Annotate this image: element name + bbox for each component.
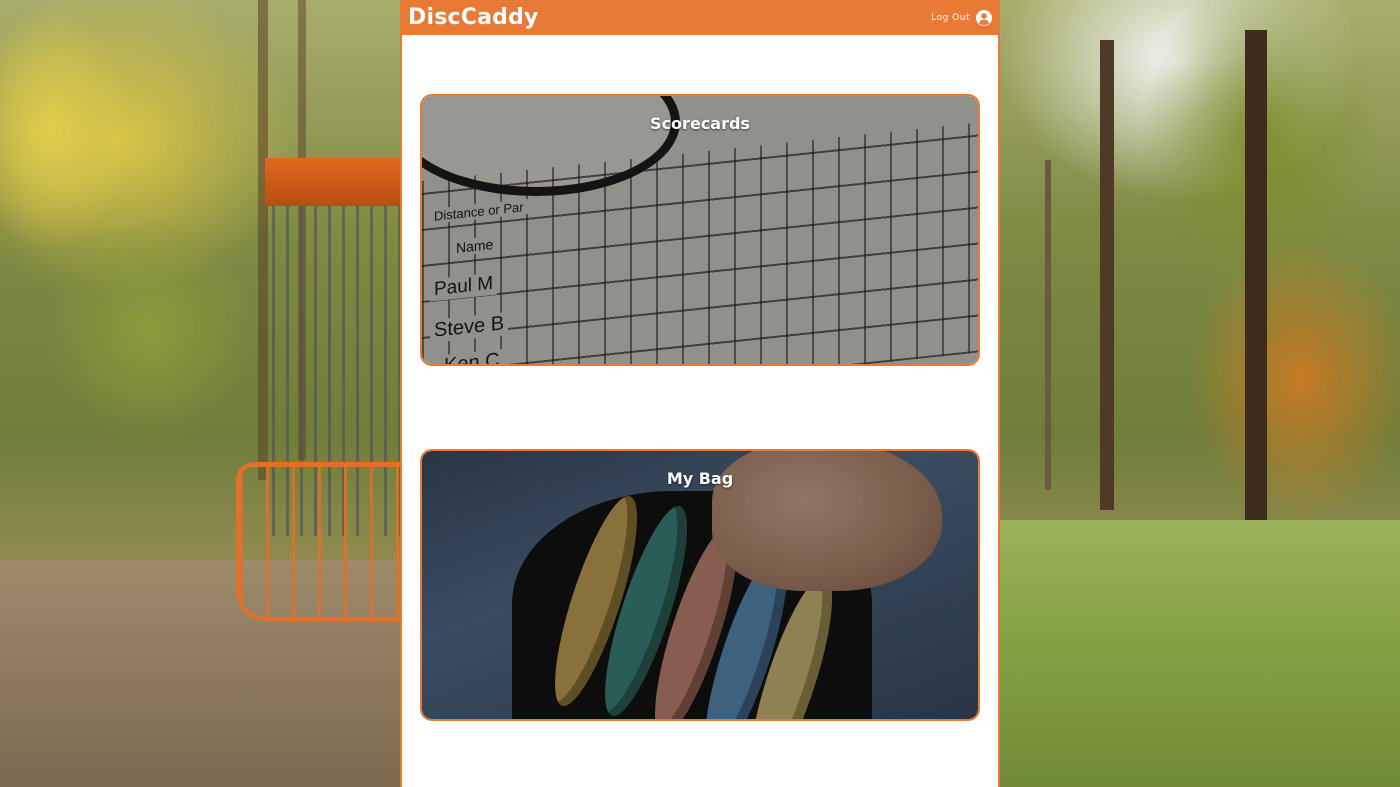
autumn-tree-left — [0, 0, 260, 480]
tree-trunk — [1100, 40, 1114, 510]
scorecards-title: Scorecards — [650, 114, 750, 133]
card-overlay — [422, 96, 978, 364]
tree-trunk — [258, 0, 268, 480]
my-bag-title: My Bag — [666, 469, 734, 488]
scorecards-card[interactable]: Distance or Par Name Paul M Steve B Ken … — [420, 94, 980, 366]
basket-top-band — [265, 158, 405, 206]
basket-cage — [236, 462, 414, 621]
app-logo[interactable]: DiscCaddy — [408, 5, 539, 30]
main-panel: DiscCaddy Log Out Distance or Par Name P… — [400, 0, 1000, 787]
logout-link[interactable]: Log Out — [931, 13, 970, 23]
user-circle-icon[interactable] — [976, 9, 992, 26]
header-actions: Log Out — [931, 9, 992, 26]
tree-trunk — [1045, 160, 1051, 490]
grass-field — [1000, 520, 1400, 787]
app-header: DiscCaddy Log Out — [402, 0, 998, 35]
tree-trunk — [1245, 30, 1267, 530]
my-bag-card[interactable]: My Bag — [420, 449, 980, 721]
card-overlay — [422, 451, 978, 719]
